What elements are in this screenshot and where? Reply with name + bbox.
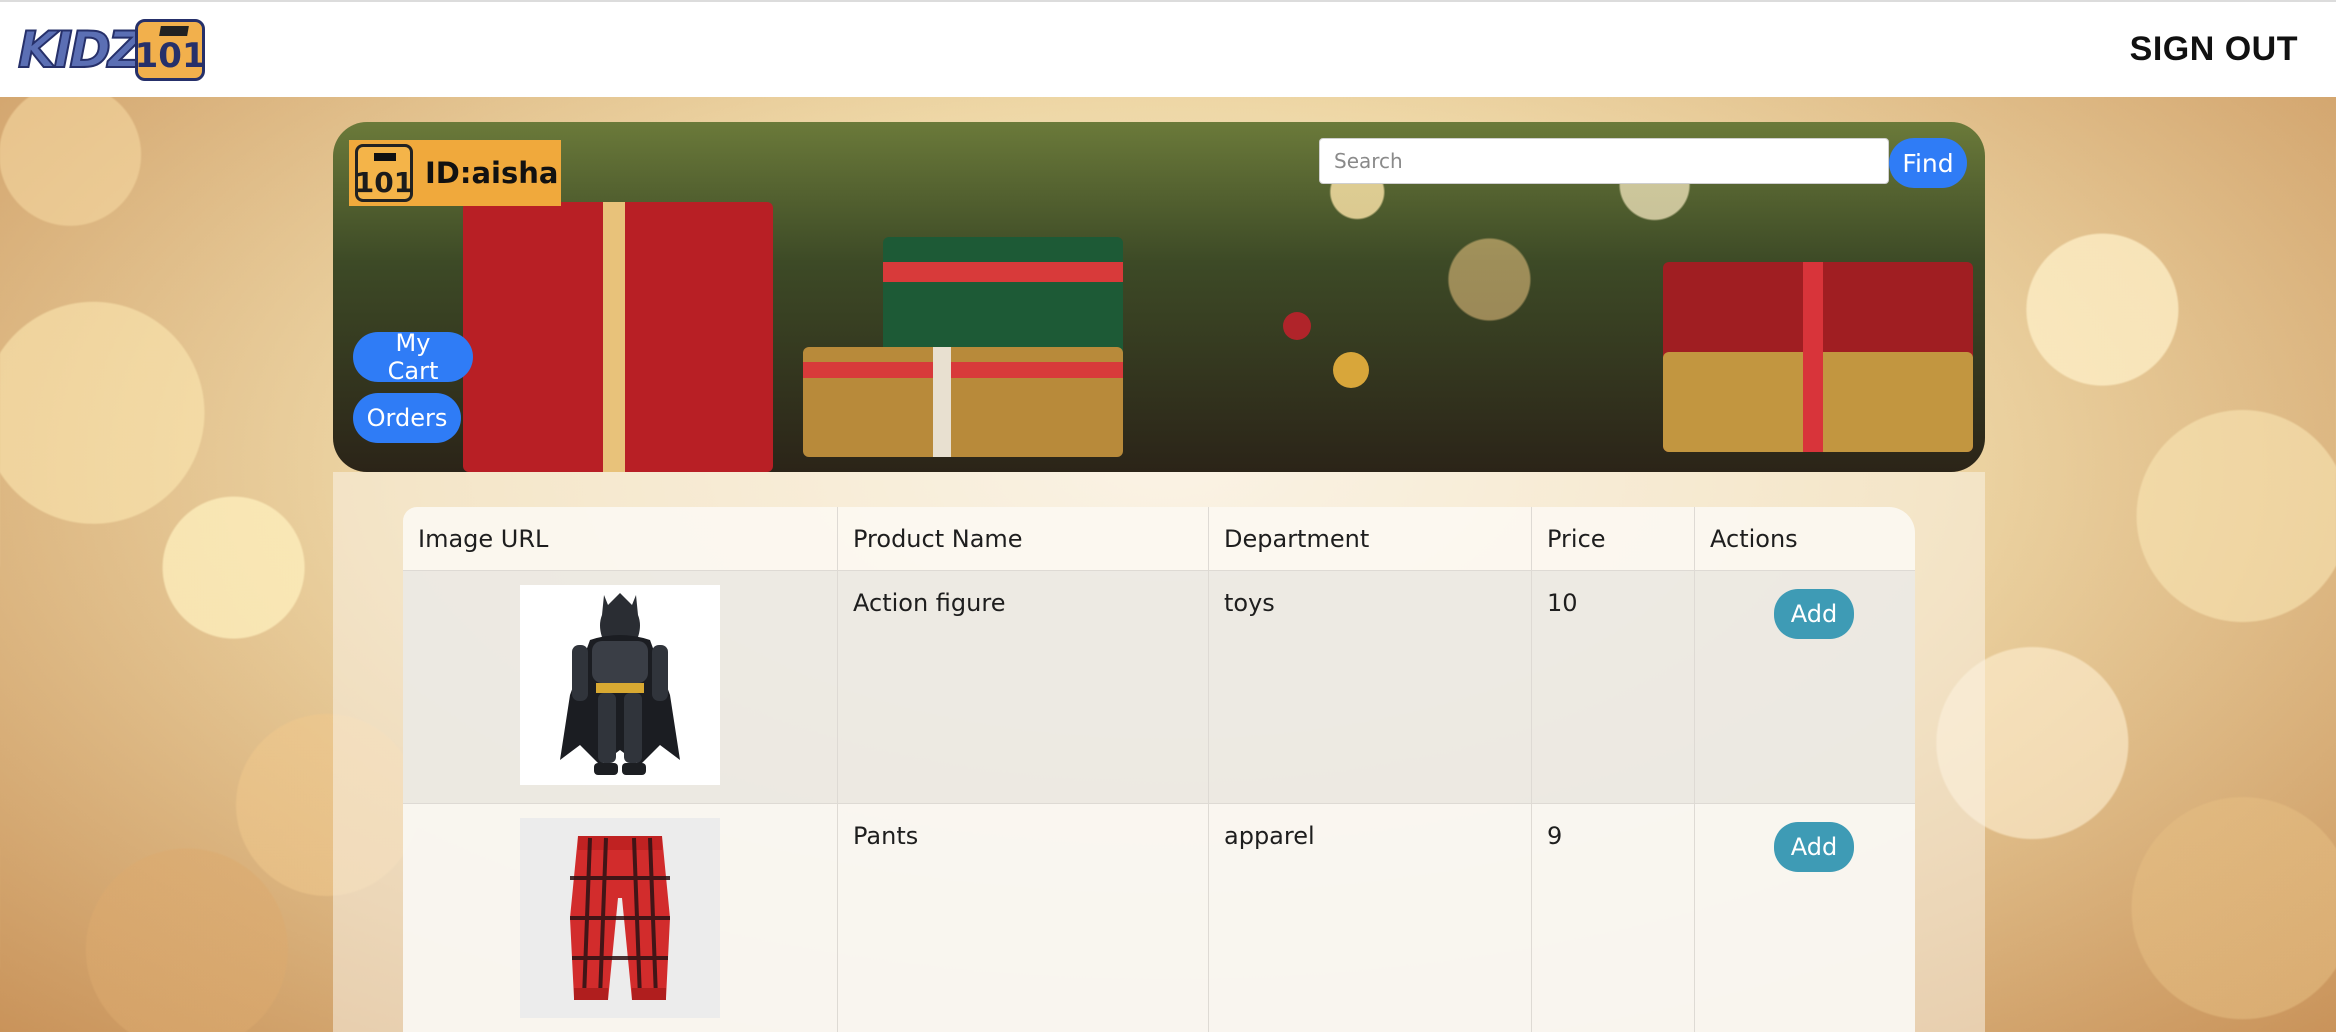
find-button[interactable]: Find — [1889, 138, 1967, 188]
logo-badge: 101 — [134, 18, 206, 81]
user-id-badge: 101 ID:aisha — [349, 140, 561, 206]
product-name-cell: Action figure — [838, 571, 1209, 804]
sign-out-link[interactable]: SIGN OUT — [2130, 30, 2298, 69]
header-image-url: Image URL — [403, 507, 838, 571]
user-badge-number: 101 — [354, 166, 414, 199]
add-to-cart-button[interactable]: Add — [1774, 822, 1854, 872]
actions-cell: Add — [1695, 571, 1915, 804]
kidz101-logo[interactable]: KIDZ 101 — [17, 18, 206, 82]
department-cell: toys — [1209, 571, 1532, 804]
header-actions: Actions — [1695, 507, 1915, 571]
ornament-ball — [1333, 352, 1369, 388]
price-cell: 10 — [1532, 571, 1695, 804]
logo-badge-number: 101 — [134, 35, 206, 76]
product-name-cell: Pants — [838, 804, 1209, 1032]
gift-ribbon — [883, 262, 1123, 282]
ornament-ball — [1283, 312, 1311, 340]
header-product-name: Product Name — [838, 507, 1209, 571]
table-header-row: Image URL Product Name Department Price … — [403, 507, 1915, 571]
product-image-cell — [403, 571, 838, 804]
batman-action-figure-image — [520, 585, 720, 785]
graduation-cap-icon — [374, 153, 396, 161]
department-cell: apparel — [1209, 804, 1532, 1032]
graduation-cap-icon — [159, 25, 189, 36]
header-price: Price — [1532, 507, 1695, 571]
price-cell: 9 — [1532, 804, 1695, 1032]
search-input[interactable] — [1319, 138, 1889, 184]
actions-cell: Add — [1695, 804, 1915, 1032]
gift-ribbon — [603, 202, 625, 472]
gift-ribbon — [1803, 262, 1823, 452]
my-cart-button[interactable]: My Cart — [353, 329, 473, 385]
top-navbar: KIDZ 101 SIGN OUT — [0, 0, 2336, 97]
orders-button[interactable]: Orders — [353, 393, 461, 443]
gift-ribbon — [933, 347, 951, 457]
products-table: Image URL Product Name Department Price … — [403, 507, 1915, 1032]
header-department: Department — [1209, 507, 1532, 571]
add-to-cart-button[interactable]: Add — [1774, 589, 1854, 639]
product-image-cell — [403, 804, 838, 1032]
holiday-banner: 101 ID:aisha Find My Cart Orders — [333, 122, 1985, 472]
user-id-label: ID:aisha — [425, 156, 559, 190]
logo-wordmark: KIDZ — [17, 20, 145, 80]
red-plaid-pants-image — [520, 818, 720, 1018]
table-row: Pants apparel 9 Add — [403, 804, 1915, 1032]
table-row: Action figure toys 10 Add — [403, 571, 1915, 804]
products-panel: Image URL Product Name Department Price … — [333, 472, 1985, 1032]
gift-ribbon — [803, 362, 1123, 378]
kidz101-icon: 101 — [355, 144, 413, 202]
